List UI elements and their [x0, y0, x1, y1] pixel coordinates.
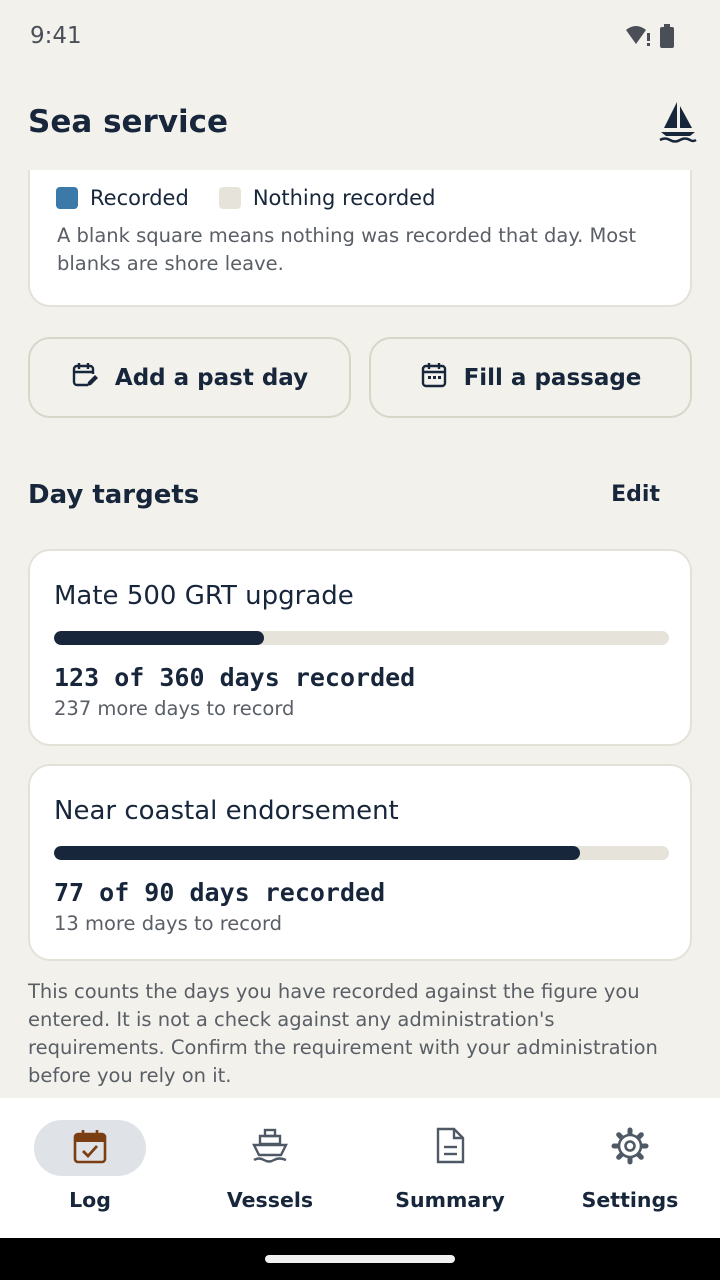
- bottom-navigation: Log Vessels Summary Settings: [0, 1098, 720, 1238]
- nothing-recorded-swatch: [218, 187, 241, 209]
- add-past-day-label: Add a past day: [114, 364, 309, 391]
- day-targets-heading: Day targets: [28, 480, 200, 510]
- target-remaining: 237 more days to record: [54, 697, 295, 720]
- nav-active-indicator: [34, 1120, 146, 1176]
- home-gesture-handle[interactable]: [265, 1255, 455, 1263]
- add-past-day-button[interactable]: Add a past day: [28, 337, 351, 418]
- nav-item-summary[interactable]: Summary: [360, 1120, 540, 1220]
- calendar-check-icon: [73, 1128, 107, 1168]
- target-progress-fill: [54, 846, 581, 860]
- fill-passage-button[interactable]: Fill a passage: [369, 337, 692, 418]
- sailboat-icon: [658, 100, 698, 148]
- target-name: Mate 500 GRT upgrade: [54, 581, 354, 611]
- nav-item-log[interactable]: Log: [0, 1120, 180, 1220]
- battery-icon: [660, 24, 674, 52]
- target-count: 123 of 360 days recorded: [54, 663, 416, 692]
- fill-passage-label: Fill a passage: [463, 364, 642, 391]
- target-remaining: 13 more days to record: [54, 912, 283, 935]
- target-count: 77 of 90 days recorded: [54, 878, 386, 907]
- nav-item-vessels[interactable]: Vessels: [180, 1120, 360, 1220]
- legend-note: A blank square means nothing was recorde…: [57, 224, 637, 275]
- status-icons: [624, 24, 674, 52]
- ship-icon: [251, 1127, 289, 1169]
- legend-row: Recorded Nothing recorded: [56, 186, 465, 210]
- legend-nothing-label: Nothing recorded: [252, 186, 436, 210]
- status-time: 9:41: [30, 23, 82, 49]
- target-card[interactable]: Near coastal endorsement 77 of 90 days r…: [28, 764, 692, 961]
- document-icon: [434, 1127, 466, 1169]
- nav-label: Vessels: [226, 1188, 314, 1212]
- target-progress-fill: [54, 631, 265, 645]
- target-progress-bar: [54, 846, 669, 860]
- app-bar: Sea service: [0, 88, 720, 160]
- nav-item-settings[interactable]: Settings: [540, 1120, 720, 1220]
- target-progress-bar: [54, 631, 669, 645]
- nav-label: Log: [69, 1188, 111, 1212]
- system-gesture-bar: [0, 1238, 720, 1280]
- nav-label: Summary: [395, 1188, 505, 1212]
- calendar-icon: [420, 361, 448, 395]
- edit-targets-button[interactable]: Edit: [611, 482, 660, 507]
- status-bar: 9:41: [0, 0, 720, 76]
- disclaimer-text: This counts the days you have recorded a…: [28, 980, 658, 1087]
- legend-recorded-label: Recorded: [90, 186, 189, 210]
- target-name: Near coastal endorsement: [54, 796, 399, 826]
- target-card[interactable]: Mate 500 GRT upgrade 123 of 360 days rec…: [28, 549, 692, 746]
- page-title: Sea service: [28, 104, 229, 140]
- calendar-edit-icon: [71, 361, 99, 395]
- nav-label: Settings: [581, 1188, 679, 1212]
- gear-icon: [611, 1127, 649, 1169]
- recorded-swatch: [56, 187, 78, 209]
- wifi-alert-icon: [624, 24, 652, 52]
- calendar-legend-card: Recorded Nothing recorded A blank square…: [28, 170, 692, 307]
